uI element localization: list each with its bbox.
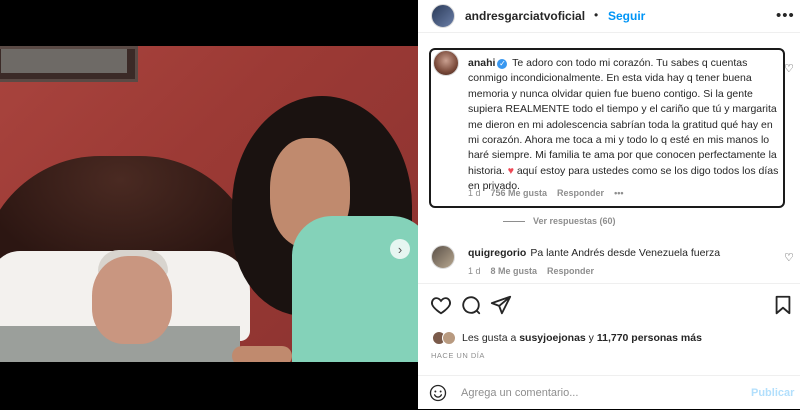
reply-button[interactable]: Responder: [557, 188, 604, 198]
liker-avatar[interactable]: [442, 331, 456, 345]
replies-divider: [503, 220, 525, 222]
heart-emoji-icon: ♥: [507, 164, 514, 177]
comment-meta: 1 d 756 Me gusta Responder •••: [468, 188, 624, 198]
share-icon[interactable]: [490, 294, 512, 316]
commenter-avatar[interactable]: [433, 50, 459, 76]
author-avatar[interactable]: [431, 4, 455, 28]
comment-body: Pa lante Andrés desde Venezuela fuerza: [530, 247, 721, 259]
comment-meta: 1 d 8 Me gusta Responder: [468, 266, 594, 276]
add-comment-bar: Publicar: [418, 375, 800, 410]
comment-heart-icon[interactable]: ♡: [784, 251, 794, 264]
likes-prefix: Les gusta a: [462, 332, 517, 344]
commenter-username[interactable]: anahi: [468, 57, 495, 69]
likes-conjunction: y: [588, 332, 594, 344]
comment-likes[interactable]: 8 Me gusta: [491, 266, 538, 276]
post-timestamp[interactable]: HACE UN DÍA: [431, 351, 485, 360]
likes-count[interactable]: 11,770 personas más: [597, 332, 702, 344]
reply-button[interactable]: Responder: [547, 266, 594, 276]
bookmark-icon[interactable]: [772, 294, 794, 316]
smiley-icon[interactable]: [429, 384, 447, 402]
chevron-right-icon[interactable]: ›: [390, 239, 410, 259]
action-bar: [418, 283, 800, 324]
view-replies-label[interactable]: Ver respuestas (60): [533, 216, 616, 226]
comment-input[interactable]: [461, 385, 731, 401]
comment-body: Te adoro con todo mi corazón. Tu sabes q…: [468, 57, 777, 177]
comment-time[interactable]: 1 d: [468, 266, 481, 276]
highlighted-comment-text: anahi ✓ Te adoro con todo mi corazón. Tu …: [468, 56, 780, 195]
heart-icon[interactable]: [430, 294, 452, 316]
likes-summary: Les gusta a susyjoejonas y 11,770 person…: [432, 330, 702, 346]
comment-time[interactable]: 1 d: [468, 188, 481, 198]
comment-likes[interactable]: 756 Me gusta: [491, 188, 548, 198]
woman-body: [292, 216, 418, 362]
more-horizontal-icon[interactable]: •••: [776, 7, 795, 24]
publish-button[interactable]: Publicar: [751, 387, 794, 399]
liker-username[interactable]: susyjoejonas: [519, 332, 586, 344]
commenter-username[interactable]: quigregorio: [468, 247, 526, 259]
comment-heart-icon[interactable]: ♡: [784, 62, 794, 75]
post-photo[interactable]: ›: [0, 46, 418, 362]
verified-badge-icon: ✓: [497, 59, 508, 69]
view-replies-button[interactable]: Ver respuestas (60): [503, 216, 616, 226]
commenter-avatar[interactable]: [431, 245, 455, 269]
post-panel: andresgarciatvoficial • Seguir ••• anahi…: [418, 0, 800, 409]
follow-separator: •: [594, 8, 599, 22]
author-username[interactable]: andresgarciatvoficial: [465, 9, 585, 23]
comment-icon[interactable]: [460, 294, 482, 316]
post-header: andresgarciatvoficial • Seguir •••: [418, 0, 800, 33]
woman-arm: [232, 346, 292, 362]
wall-frame: [0, 46, 138, 82]
photo-pane: ›: [0, 0, 418, 409]
man-face: [92, 256, 172, 344]
comment-options-icon[interactable]: •••: [614, 188, 623, 198]
comment-text: quigregorio Pa lante Andrés desde Venezue…: [468, 247, 720, 259]
follow-button[interactable]: Seguir: [608, 9, 645, 23]
